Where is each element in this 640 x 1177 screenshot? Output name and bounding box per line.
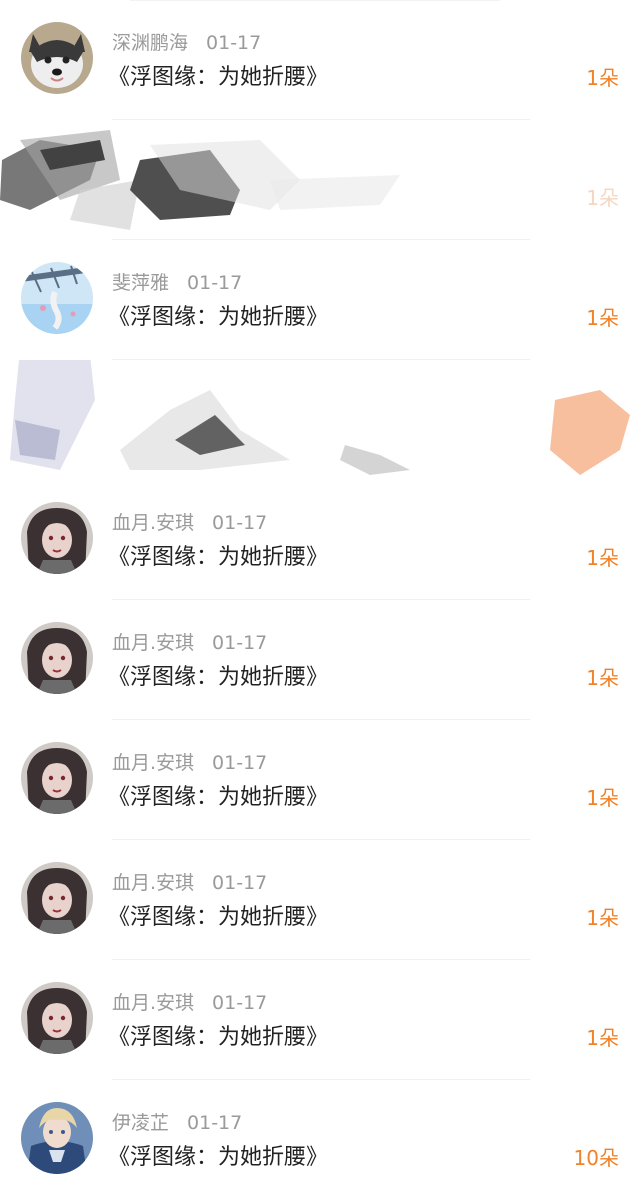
husky-dog-avatar-icon	[21, 22, 93, 94]
avatar[interactable]	[21, 1102, 93, 1174]
user-meta: 血月.安琪 01-17	[112, 990, 267, 1016]
gift-record-list: 深渊鹏海 01-17 《浮图缘：为她折腰》 1朵 1朵 斐萍雅 01-17 《浮…	[0, 0, 640, 1177]
avatar[interactable]	[21, 262, 93, 334]
gift-date: 01-17	[187, 1112, 243, 1134]
gift-date: 01-17	[212, 992, 268, 1014]
gift-date: 01-17	[212, 512, 268, 534]
anime-girl-avatar-icon	[21, 622, 93, 694]
avatar[interactable]	[21, 502, 93, 574]
list-item[interactable]: 深渊鹏海 01-17 《浮图缘：为她折腰》 1朵	[0, 0, 640, 120]
gift-date: 01-17	[206, 32, 262, 54]
gift-count: 1朵	[586, 186, 619, 210]
book-title[interactable]: 《浮图缘：为她折腰》	[108, 1142, 328, 1174]
sky-scene-avatar-icon	[21, 262, 93, 334]
list-item[interactable]: 斐萍雅 01-17 《浮图缘：为她折腰》 1朵	[0, 240, 640, 360]
book-title[interactable]: 《浮图缘：为她折腰》	[108, 542, 328, 574]
user-name[interactable]: 血月.安琪	[112, 992, 194, 1014]
list-item[interactable]: 血月.安琪 01-17 《浮图缘：为她折腰》 1朵	[0, 840, 640, 960]
user-meta: 斐萍雅 01-17	[112, 270, 242, 296]
user-meta: 血月.安琪 01-17	[112, 510, 267, 536]
book-title[interactable]: 《浮图缘：为她折腰》	[108, 1022, 328, 1054]
book-title[interactable]: 《浮图缘：为她折腰》	[108, 782, 328, 814]
gift-count: 1朵	[586, 546, 619, 570]
gift-date: 01-17	[212, 872, 268, 894]
gift-count: 1朵	[586, 666, 619, 690]
book-title[interactable]: 《浮图缘：为她折腰》	[108, 302, 328, 334]
user-meta: 伊凌芷 01-17	[112, 1110, 242, 1136]
avatar[interactable]	[21, 742, 93, 814]
user-meta: 深渊鹏海 01-17	[112, 30, 261, 56]
redacted-scribble	[0, 360, 640, 480]
user-meta: 血月.安琪 01-17	[112, 630, 267, 656]
gift-count: 1朵	[586, 906, 619, 930]
gift-date: 01-17	[212, 752, 268, 774]
anime-girl-avatar-icon	[21, 982, 93, 1054]
user-name[interactable]: 伊凌芷	[112, 1112, 169, 1134]
anime-girl-avatar-icon	[21, 862, 93, 934]
gift-count: 1朵	[586, 1026, 619, 1050]
gift-count: 1朵	[586, 66, 619, 90]
book-title[interactable]: 《浮图缘：为她折腰》	[108, 902, 328, 934]
book-title[interactable]: 《浮图缘：为她折腰》	[108, 62, 328, 94]
list-item[interactable]	[0, 360, 640, 480]
anime-girl-avatar-icon	[21, 502, 93, 574]
user-meta: 血月.安琪 01-17	[112, 870, 267, 896]
gift-count: 1朵	[586, 306, 619, 330]
avatar[interactable]	[21, 22, 93, 94]
user-name[interactable]: 血月.安琪	[112, 632, 194, 654]
list-item[interactable]: 血月.安琪 01-17 《浮图缘：为她折腰》 1朵	[0, 720, 640, 840]
list-item[interactable]: 伊凌芷 01-17 《浮图缘：为她折腰》 10朵	[0, 1080, 640, 1177]
avatar[interactable]	[21, 982, 93, 1054]
anime-boy-avatar-icon	[21, 1102, 93, 1174]
gift-count: 10朵	[573, 1146, 619, 1170]
user-name[interactable]: 斐萍雅	[112, 272, 169, 294]
user-name[interactable]: 血月.安琪	[112, 752, 194, 774]
user-name[interactable]: 血月.安琪	[112, 872, 194, 894]
gift-count: 1朵	[586, 786, 619, 810]
avatar[interactable]	[21, 862, 93, 934]
list-item[interactable]: 1朵	[0, 120, 640, 240]
anime-girl-avatar-icon	[21, 742, 93, 814]
redacted-scribble	[0, 120, 640, 240]
gift-date: 01-17	[212, 632, 268, 654]
user-name[interactable]: 血月.安琪	[112, 512, 194, 534]
list-item[interactable]: 血月.安琪 01-17 《浮图缘：为她折腰》 1朵	[0, 600, 640, 720]
gift-date: 01-17	[187, 272, 243, 294]
user-name[interactable]: 深渊鹏海	[112, 32, 188, 54]
list-item[interactable]: 血月.安琪 01-17 《浮图缘：为她折腰》 1朵	[0, 480, 640, 600]
avatar[interactable]	[21, 622, 93, 694]
book-title[interactable]: 《浮图缘：为她折腰》	[108, 662, 328, 694]
list-item[interactable]: 血月.安琪 01-17 《浮图缘：为她折腰》 1朵	[0, 960, 640, 1080]
user-meta: 血月.安琪 01-17	[112, 750, 267, 776]
